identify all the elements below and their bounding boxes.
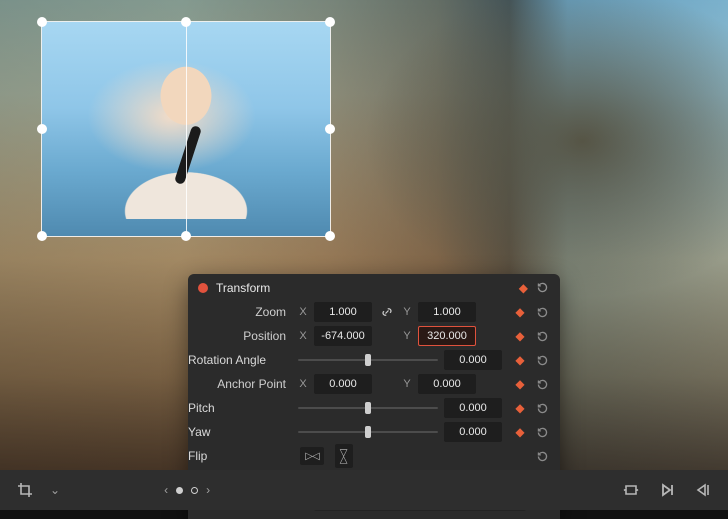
flip-horizontal-button[interactable]: ▷◁	[300, 447, 324, 465]
label-anchor: Anchor Point	[188, 377, 292, 391]
position-x-input[interactable]	[314, 326, 372, 346]
prev-page-button[interactable]: ‹	[164, 483, 168, 497]
yaw-input[interactable]	[444, 422, 502, 442]
pitch-input[interactable]	[444, 398, 502, 418]
resize-handle-ml[interactable]	[37, 124, 47, 134]
rotation-input[interactable]	[444, 350, 502, 370]
anchor-y-input[interactable]	[418, 374, 476, 394]
axis-y: Y	[402, 306, 412, 318]
nav-dots: ‹ ›	[164, 483, 210, 497]
next-page-button[interactable]: ›	[206, 483, 210, 497]
row-flip: Flip ▷◁ ▷◁	[188, 444, 560, 465]
header-reset-icon[interactable]	[536, 281, 550, 295]
label-position: Position	[188, 329, 292, 343]
panel-header: Transform ◆	[188, 274, 560, 300]
axis-y: Y	[402, 378, 412, 390]
row-anchor: Anchor Point X Y ◆	[188, 372, 560, 396]
keyframe-icon[interactable]: ◆	[512, 354, 528, 366]
reset-icon[interactable]	[534, 402, 550, 415]
resize-handle-br[interactable]	[325, 231, 335, 241]
keyframe-icon[interactable]: ◆	[512, 306, 528, 318]
axis-y: Y	[402, 330, 412, 342]
row-position: Position X Y ◆	[188, 324, 560, 348]
page-dot[interactable]	[191, 487, 198, 494]
anchor-x-input[interactable]	[314, 374, 372, 394]
reset-icon[interactable]	[534, 426, 550, 439]
resize-handle-bm[interactable]	[181, 231, 191, 241]
row-pitch: Pitch ◆	[188, 396, 560, 420]
loop-button[interactable]	[620, 479, 642, 501]
keyframe-icon[interactable]: ◆	[512, 378, 528, 390]
resize-handle-mr[interactable]	[325, 124, 335, 134]
page-dot-active[interactable]	[176, 487, 183, 494]
next-clip-button[interactable]	[656, 479, 678, 501]
header-keyframe-icon[interactable]: ◆	[519, 281, 528, 295]
link-icon[interactable]	[378, 303, 396, 321]
go-to-end-button[interactable]	[692, 479, 714, 501]
axis-x: X	[298, 378, 308, 390]
flip-vertical-button[interactable]: ▷◁	[335, 444, 353, 468]
reset-icon[interactable]	[534, 450, 550, 463]
chevron-down-icon[interactable]: ⌄	[50, 483, 60, 497]
reset-icon[interactable]	[534, 306, 550, 319]
resize-handle-tr[interactable]	[325, 17, 335, 27]
label-rotation: Rotation Angle	[188, 353, 292, 367]
reset-icon[interactable]	[534, 330, 550, 343]
resize-handle-tm[interactable]	[181, 17, 191, 27]
yaw-slider[interactable]	[298, 423, 438, 441]
pip-overlay-clip[interactable]	[42, 22, 330, 236]
row-zoom: Zoom X Y ◆	[188, 300, 560, 324]
reset-icon[interactable]	[534, 354, 550, 367]
label-flip: Flip	[188, 449, 292, 463]
axis-x: X	[298, 330, 308, 342]
zoom-x-input[interactable]	[314, 302, 372, 322]
reset-icon[interactable]	[534, 378, 550, 391]
viewer-toolbar: ⌄ ‹ ›	[0, 470, 728, 510]
label-zoom: Zoom	[188, 305, 292, 319]
axis-x: X	[298, 306, 308, 318]
zoom-y-input[interactable]	[418, 302, 476, 322]
label-yaw: Yaw	[188, 425, 292, 439]
keyframe-icon[interactable]: ◆	[512, 426, 528, 438]
position-y-input[interactable]	[418, 326, 476, 346]
row-yaw: Yaw ◆	[188, 420, 560, 444]
pitch-slider[interactable]	[298, 399, 438, 417]
resize-handle-tl[interactable]	[37, 17, 47, 27]
keyframe-icon[interactable]: ◆	[512, 402, 528, 414]
crop-tool-button[interactable]	[14, 479, 36, 501]
row-rotation: Rotation Angle ◆	[188, 348, 560, 372]
enable-toggle[interactable]	[198, 283, 208, 293]
rotation-slider[interactable]	[298, 351, 438, 369]
label-pitch: Pitch	[188, 401, 292, 415]
panel-title: Transform	[216, 281, 511, 295]
pip-midline	[186, 22, 187, 236]
keyframe-icon[interactable]: ◆	[512, 330, 528, 342]
resize-handle-bl[interactable]	[37, 231, 47, 241]
